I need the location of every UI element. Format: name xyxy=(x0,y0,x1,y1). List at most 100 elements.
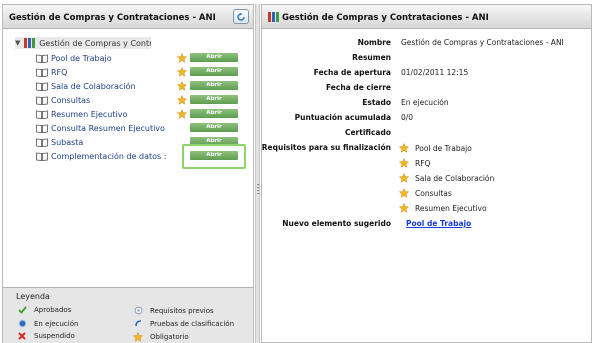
book-icon xyxy=(36,54,48,63)
abrir-button-sala-de-colaboracion[interactable]: Abrir xyxy=(190,81,238,90)
tree-item-label: RFQ xyxy=(51,67,68,77)
tree-item-label: Complementación de datos : xyxy=(51,151,167,161)
tree-item-subasta[interactable]: Subasta xyxy=(36,136,83,148)
requirement-label: Consultas xyxy=(415,188,452,198)
field-value: Gestión de Compras y Contrataciones - AN… xyxy=(401,38,564,47)
field-key: Nuevo elemento sugerido xyxy=(282,219,391,228)
abrir-button-resumen-ejecutivo[interactable]: Abrir xyxy=(190,109,238,118)
tree-item-sala-de-colaboracion[interactable]: Sala de Colaboración xyxy=(36,80,136,92)
book-icon xyxy=(36,138,48,147)
left-panel-title: Gestión de Compras y Contrataciones - AN… xyxy=(9,13,216,23)
star-icon xyxy=(399,158,409,168)
in-progress-icon xyxy=(16,319,28,328)
book-icon xyxy=(36,96,48,105)
course-books-icon xyxy=(268,12,281,22)
legend-item-aprobados: Aprobados xyxy=(16,306,71,314)
app-root: Gestión de Compras y Contrataciones - AN… xyxy=(0,0,592,343)
tree-item-resumen-ejecutivo[interactable]: Resumen Ejecutivo xyxy=(36,108,127,120)
star-icon xyxy=(399,173,409,183)
abrir-button-consultas[interactable]: Abrir xyxy=(190,95,238,104)
field-key: Nombre xyxy=(357,38,391,47)
book-icon xyxy=(36,82,48,91)
prerequisites-icon xyxy=(132,306,144,315)
tree-item-complementacion-de-datos[interactable]: Complementación de datos : xyxy=(36,150,166,162)
tree-item-label: Subasta xyxy=(51,137,84,147)
requirement-item: Pool de Trabajo xyxy=(399,143,472,153)
tree-item-label: Resumen Ejecutivo xyxy=(51,109,128,119)
legend-item-en-ejecucion: En ejecución xyxy=(16,319,78,328)
suggested-item-link[interactable]: Pool de Trabajo xyxy=(406,219,471,228)
requirement-label: Resumen Ejecutivo xyxy=(415,203,487,213)
field-key: Estado xyxy=(362,98,391,107)
tree-item-rfq[interactable]: RFQ xyxy=(36,66,67,78)
requirement-label: RFQ xyxy=(415,158,431,168)
tree-item-label: Pool de Trabajo xyxy=(51,53,112,63)
requirement-item: Sala de Colaboración xyxy=(399,173,494,183)
collapse-arrow-icon[interactable]: ▼ xyxy=(15,39,24,47)
legend-item-suspendido: Suspendido xyxy=(16,332,75,340)
star-icon xyxy=(177,67,187,77)
suspended-icon xyxy=(16,332,28,340)
highlight-outline xyxy=(182,144,246,169)
legend-label: Aprobados xyxy=(34,306,72,314)
tree-root-label: Gestión de Compras y Contrat xyxy=(39,38,151,48)
requirement-item: RFQ xyxy=(399,158,430,168)
field-value: 0/0 xyxy=(401,113,414,122)
legend-item-obligatorio: Obligatorio xyxy=(132,332,189,342)
abrir-button-pool-de-trabajo[interactable]: Abrir xyxy=(190,53,238,62)
field-key: Fecha de cierre xyxy=(325,83,391,92)
requirement-item: Consultas xyxy=(399,188,452,198)
tree-item-label: Consultas xyxy=(51,95,91,105)
book-icon xyxy=(36,110,48,119)
star-icon xyxy=(177,53,187,63)
check-icon xyxy=(16,306,28,314)
legend-label: Suspendido xyxy=(34,332,75,340)
star-icon xyxy=(399,203,409,213)
field-key: Certificado xyxy=(344,128,391,137)
tree-item-label: Consulta Resumen Ejecutivo xyxy=(51,123,165,133)
legend-item-requisitos-previos: Requisitos previos xyxy=(132,306,214,315)
legend-label: En ejecución xyxy=(34,319,79,328)
book-icon xyxy=(36,152,48,161)
abrir-button-rfq[interactable]: Abrir xyxy=(190,67,238,76)
field-value: En ejecución xyxy=(401,98,449,107)
field-fecha-de-apertura: Fecha de apertura 01/02/2011 12:15 xyxy=(262,68,592,80)
field-nombre: Nombre Gestión de Compras y Contratacion… xyxy=(262,38,592,50)
tree-root-node[interactable]: ▼ Gestión de Compras y Contrat xyxy=(15,37,151,49)
panel-splitter[interactable] xyxy=(255,4,260,343)
book-icon xyxy=(36,68,48,77)
left-panel: Gestión de Compras y Contrataciones - AN… xyxy=(2,4,254,343)
field-estado: Estado En ejecución xyxy=(262,98,592,110)
star-icon xyxy=(399,143,409,153)
abrir-button-consulta-resumen-ejecutivo[interactable]: Abrir xyxy=(190,123,238,132)
star-icon xyxy=(177,81,187,91)
legend-panel: Leyenda Aprobados Requisitos previos En … xyxy=(3,287,253,343)
field-puntuacion-acumulada: Puntuación acumulada 0/0 xyxy=(262,113,592,125)
field-certificado: Certificado xyxy=(262,128,592,140)
field-resumen: Resumen xyxy=(262,53,592,65)
requirement-label: Pool de Trabajo xyxy=(415,143,472,153)
field-key: Resumen xyxy=(352,53,391,62)
star-icon xyxy=(177,109,187,119)
legend-label: Obligatorio xyxy=(150,333,189,341)
refresh-icon xyxy=(237,12,245,21)
splitter-grip-icon[interactable] xyxy=(257,184,259,196)
field-nuevo-elemento-sugerido: Nuevo elemento sugerido Pool de Trabajo xyxy=(262,219,592,231)
refresh-button[interactable] xyxy=(233,9,249,24)
tree-item-pool-de-trabajo[interactable]: Pool de Trabajo xyxy=(36,52,112,64)
field-key: Puntuación acumulada xyxy=(294,113,391,122)
right-panel: Gestión de Compras y Contrataciones - AN… xyxy=(261,4,592,343)
star-icon xyxy=(132,332,144,342)
left-panel-header: Gestión de Compras y Contrataciones - AN… xyxy=(3,5,253,29)
legend-title: Leyenda xyxy=(16,292,50,301)
legend-label: Pruebas de clasificación xyxy=(150,319,235,328)
tests-icon xyxy=(132,319,144,328)
course-books-icon xyxy=(24,38,36,48)
field-key: Fecha de apertura xyxy=(313,68,391,77)
field-key: Requisitos para su finalización xyxy=(261,143,391,152)
tree-item-consulta-resumen-ejecutivo[interactable]: Consulta Resumen Ejecutivo xyxy=(36,122,165,134)
star-icon xyxy=(399,188,409,198)
right-panel-header: Gestión de Compras y Contrataciones - AN… xyxy=(262,5,591,29)
tree-item-consultas[interactable]: Consultas xyxy=(36,94,90,106)
book-icon xyxy=(36,124,48,133)
